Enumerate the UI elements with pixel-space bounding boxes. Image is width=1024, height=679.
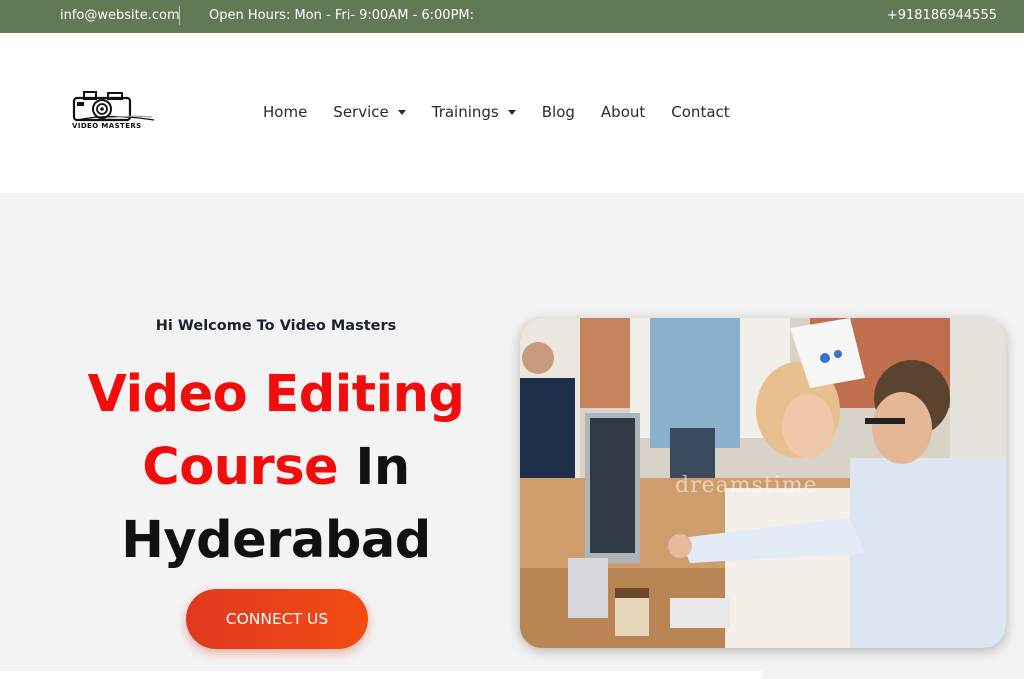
chevron-down-icon xyxy=(507,110,516,115)
hero-title: Video Editing Course In Hyderabad xyxy=(0,358,552,577)
hero-image: dreamstime xyxy=(520,318,1006,648)
nav-blog[interactable]: Blog xyxy=(542,103,575,121)
nav-home[interactable]: Home xyxy=(263,103,307,121)
nav-contact-label: Contact xyxy=(671,103,730,121)
image-watermark: dreamstime xyxy=(675,473,818,498)
hero-title-part: In xyxy=(355,438,410,497)
top-info-bar: info@website.com Open Hours: Mon - Fri- … xyxy=(0,0,1024,33)
site-logo[interactable]: VIDEO MASTERS xyxy=(68,89,158,133)
hero-title-part: Video Editing xyxy=(87,365,465,424)
hero-section: Hi Welcome To Video Masters Video Editin… xyxy=(0,193,1024,671)
main-nav: Home Service Trainings Blog About Contac… xyxy=(263,103,730,121)
camera-logo-icon xyxy=(72,91,155,122)
connect-us-button[interactable]: CONNECT US xyxy=(186,589,368,649)
chevron-down-icon xyxy=(397,110,406,115)
contact-phone[interactable]: +918186944555 xyxy=(887,8,997,23)
contact-email[interactable]: info@website.com xyxy=(60,8,180,23)
site-header: VIDEO MASTERS Home Service Trainings Blo… xyxy=(0,33,1024,193)
nav-trainings-label: Trainings xyxy=(431,103,499,121)
nav-service-label: Service xyxy=(333,103,389,121)
nav-about[interactable]: About xyxy=(601,103,645,121)
logo-text: VIDEO MASTERS xyxy=(72,122,142,130)
hero-title-part: Course xyxy=(142,438,339,497)
nav-about-label: About xyxy=(600,103,646,121)
hero-title-part: Hyderabad xyxy=(121,511,431,570)
nav-contact[interactable]: Contact xyxy=(671,103,729,121)
topbar-divider xyxy=(179,6,180,25)
bottom-strip-grey xyxy=(762,671,1024,679)
nav-home-label: Home xyxy=(263,103,308,121)
open-hours: Open Hours: Mon - Fri- 9:00AM - 6:00PM: xyxy=(209,8,475,23)
bottom-strip xyxy=(0,671,1024,679)
nav-blog-label: Blog xyxy=(541,103,575,121)
hero-welcome-text: Hi Welcome To Video Masters xyxy=(155,318,397,334)
nav-trainings[interactable]: Trainings xyxy=(432,103,516,121)
nav-service[interactable]: Service xyxy=(333,103,406,121)
